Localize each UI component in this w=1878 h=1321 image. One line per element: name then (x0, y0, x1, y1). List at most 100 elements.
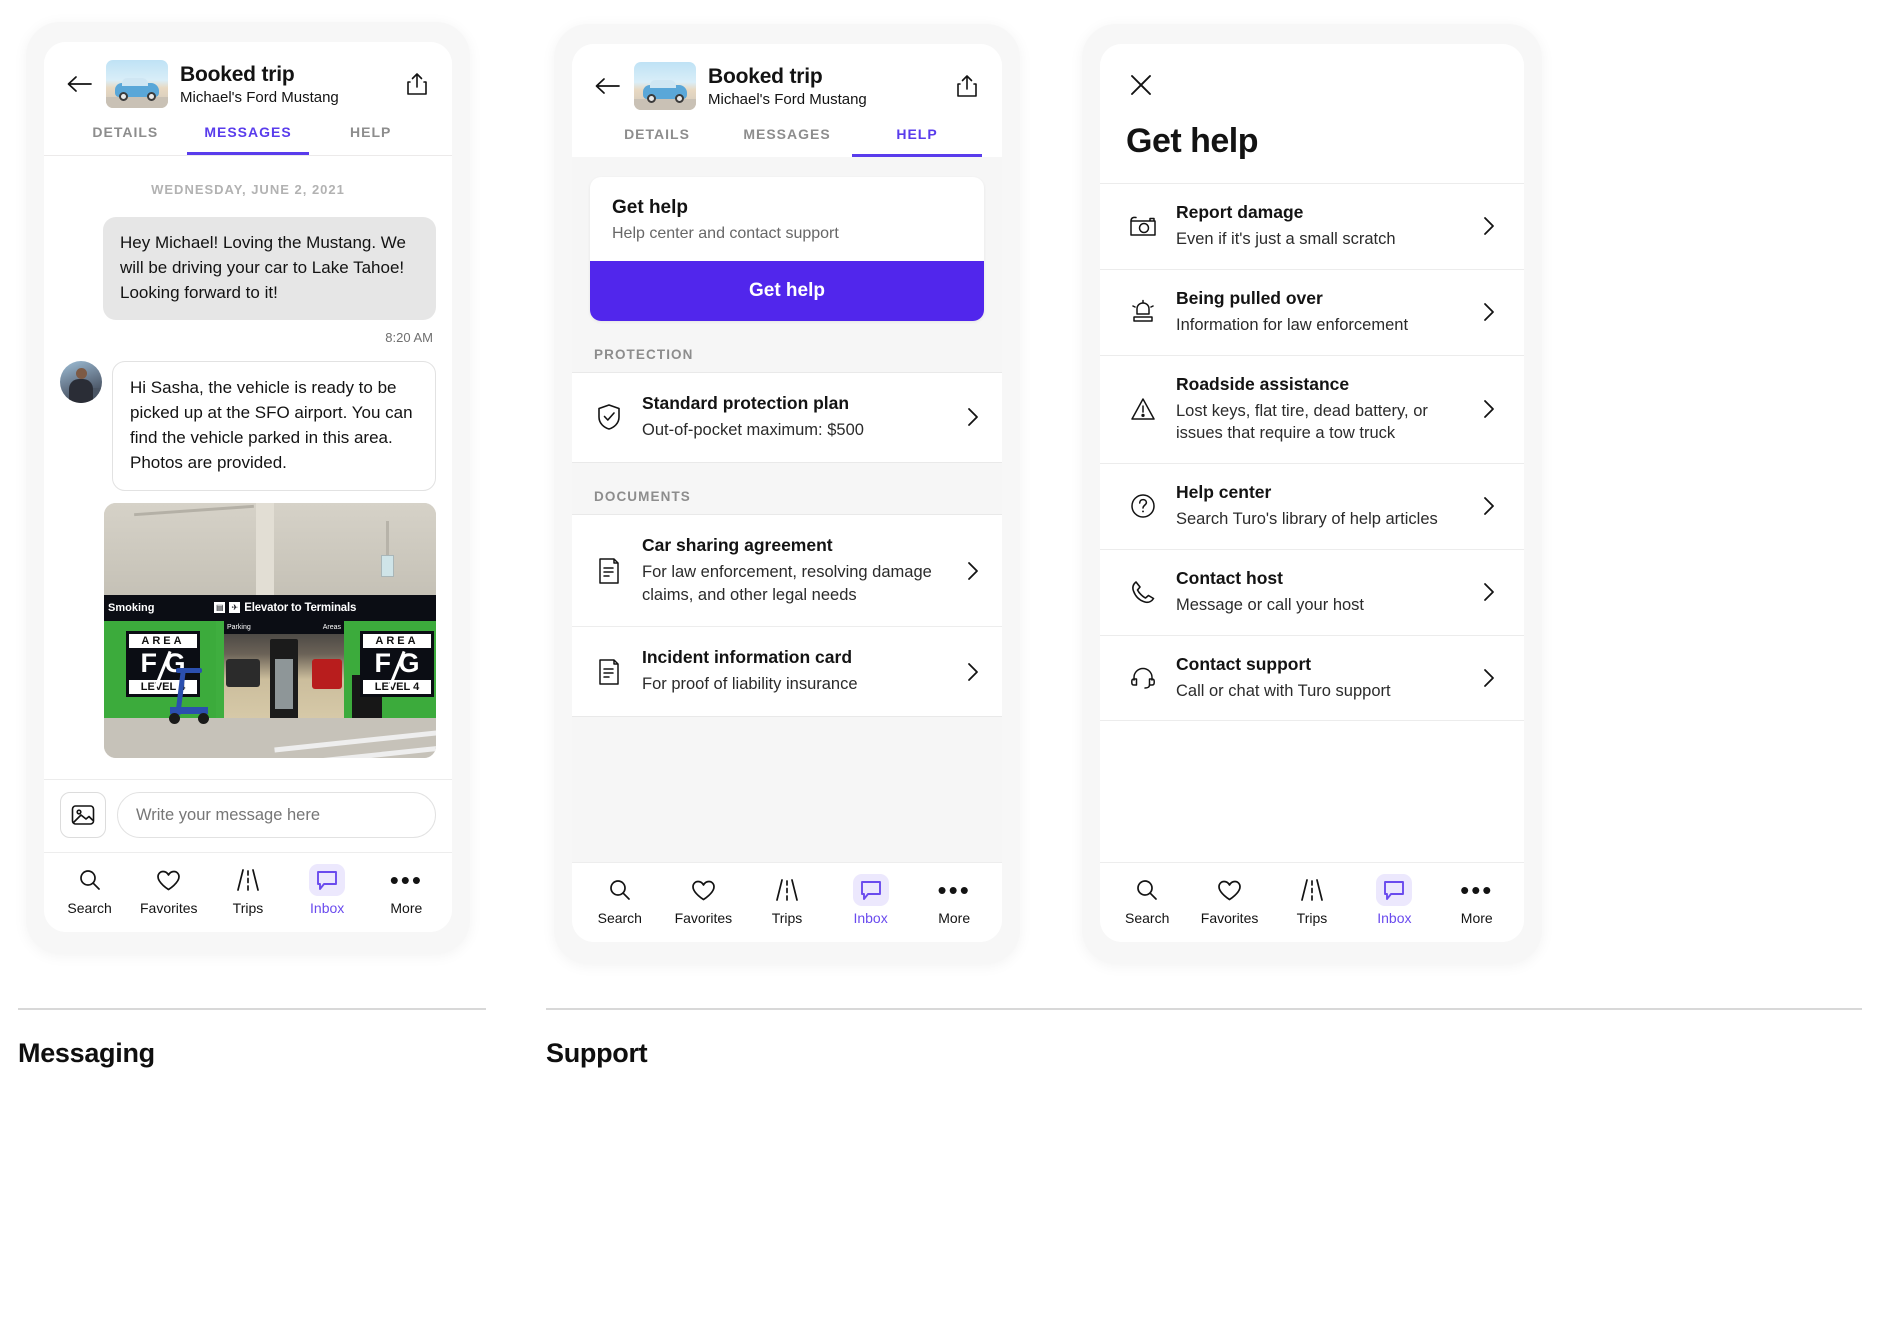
road-icon (772, 877, 802, 903)
section-label-documents: DOCUMENTS (594, 488, 691, 504)
nav-item-more[interactable]: ••• More (369, 867, 443, 916)
message-list: WEDNESDAY, JUNE 2, 2021 Hey Michael! Lov… (44, 156, 452, 779)
get-help-button[interactable]: Get help (590, 261, 984, 321)
nav-label-inbox: Inbox (310, 900, 345, 916)
nav-label-favorites: Favorites (1200, 910, 1259, 926)
heart-icon (1215, 877, 1245, 903)
row-title-incident: Incident information card (642, 647, 853, 668)
message-timestamp: 8:20 AM (385, 329, 433, 345)
item-title-report-damage: Report damage (1176, 202, 1304, 222)
nav-item-search[interactable]: Search (1110, 877, 1184, 926)
chat-icon (1376, 874, 1413, 906)
nav-label-trips: Trips (771, 910, 803, 926)
nav-item-search[interactable]: Search (583, 877, 657, 926)
row-subtitle-protection: Out-of-pocket maximum: $500 (642, 421, 864, 439)
area-label-left: AREA (129, 633, 197, 648)
item-title-contact-support: Contact support (1176, 653, 1312, 674)
nav-item-inbox[interactable]: Inbox (1357, 874, 1431, 926)
protection-rows: Standard protection plan Out-of-pocket m… (572, 372, 1002, 463)
nav-item-trips[interactable]: Trips (750, 877, 824, 926)
camera-icon (1126, 214, 1160, 238)
nav-label-more: More (1460, 910, 1493, 926)
nav-item-more[interactable]: ••• More (917, 877, 991, 926)
row-incident-card[interactable]: Incident information card For proof of l… (572, 627, 1002, 717)
list-item-being-pulled-over[interactable]: Being pulled over Information for law en… (1100, 270, 1524, 356)
share-icon[interactable] (402, 68, 432, 100)
section-label-protection: PROTECTION (594, 347, 694, 362)
back-arrow-icon[interactable] (592, 71, 622, 101)
tab-details-2[interactable]: DETAILS (592, 126, 722, 157)
phone-screen-support: Booked trip Michael's Ford Mustang DETAI… (572, 44, 1002, 942)
chat-icon (852, 874, 889, 906)
phone-frame-support: Booked trip Michael's Ford Mustang DETAI… (554, 24, 1020, 964)
ellipsis-icon: ••• (937, 875, 971, 905)
phone-icon (1126, 579, 1160, 605)
nav-item-search[interactable]: Search (53, 867, 127, 916)
nav-label-search: Search (597, 910, 642, 926)
sheet-title: Get help (1126, 122, 1259, 160)
message-attachment-photo[interactable]: Smoking ▤ ✈ Elevator to Terminals Parkin… (104, 502, 436, 758)
image-attachment-icon[interactable] (60, 792, 106, 838)
list-item-contact-support[interactable]: Contact support Call or chat with Turo s… (1100, 636, 1524, 722)
chat-icon (309, 864, 346, 896)
item-title-contact-host: Contact host (1176, 567, 1283, 588)
row-car-sharing-agreement[interactable]: Car sharing agreement For law enforcemen… (572, 514, 1002, 628)
tab-help-2[interactable]: HELP (852, 126, 982, 157)
sign-smoking-text: Smoking (108, 601, 155, 614)
elevator-icon: ▤ (214, 602, 226, 614)
area-level-right: LEVEL 4 (363, 679, 431, 694)
get-help-sheet-header: Get help (1100, 44, 1524, 183)
row-protection-plan[interactable]: Standard protection plan Out-of-pocket m… (572, 373, 1002, 462)
item-subtitle-report-damage: Even if it's just a small scratch (1176, 230, 1396, 248)
item-subtitle-pulled-over: Information for law enforcement (1176, 315, 1409, 334)
message-input[interactable] (117, 792, 436, 838)
area-letter-f-right: F (374, 647, 391, 678)
trip-tabs-2: DETAILS MESSAGES HELP (592, 126, 982, 157)
chevron-right-icon (964, 561, 982, 581)
chevron-right-icon (1480, 399, 1498, 419)
area-sign-right: AREA F G LEVEL 4 (360, 630, 434, 697)
nav-label-inbox: Inbox (853, 910, 888, 926)
tab-messages-2[interactable]: MESSAGES (722, 126, 852, 157)
back-arrow-icon[interactable] (64, 69, 94, 99)
row-title-protection: Standard protection plan (642, 393, 850, 413)
nav-item-favorites[interactable]: Favorites (1193, 877, 1267, 926)
tab-details[interactable]: DETAILS (64, 124, 187, 155)
area-label-right: AREA (363, 633, 431, 648)
nav-label-more: More (390, 900, 423, 916)
tab-help[interactable]: HELP (309, 124, 432, 155)
document-icon (592, 557, 626, 585)
garage-bar-left: Parking (227, 623, 251, 631)
close-icon[interactable] (1126, 70, 1156, 100)
heart-icon (154, 867, 184, 893)
caption-text-messaging: Messaging (18, 1038, 155, 1068)
nav-label-trips: Trips (232, 900, 264, 916)
nav-item-trips[interactable]: Trips (1275, 877, 1349, 926)
document-icon (592, 658, 626, 686)
nav-item-more[interactable]: ••• More (1440, 877, 1514, 926)
item-subtitle-contact-support: Call or chat with Turo support (1176, 681, 1391, 700)
road-icon (1297, 877, 1327, 903)
nav-label-inbox: Inbox (1377, 910, 1412, 926)
chevron-right-icon (1480, 216, 1498, 236)
list-item-contact-host[interactable]: Contact host Message or call your host (1100, 550, 1524, 636)
nav-item-inbox[interactable]: Inbox (290, 864, 364, 916)
nav-item-favorites[interactable]: Favorites (666, 877, 740, 926)
chevron-right-icon (1480, 582, 1498, 602)
get-help-card-subtitle: Help center and contact support (612, 225, 839, 242)
nav-item-trips[interactable]: Trips (211, 867, 285, 916)
trip-header: Booked trip Michael's Ford Mustang DETAI… (44, 42, 452, 155)
page-title: Booked trip (180, 62, 295, 86)
get-help-card: Get help Help center and contact support… (590, 177, 984, 321)
date-separator: WEDNESDAY, JUNE 2, 2021 (151, 182, 345, 197)
share-icon[interactable] (952, 70, 982, 102)
nav-item-inbox[interactable]: Inbox (834, 874, 908, 926)
list-item-help-center[interactable]: Help center Search Turo's library of hel… (1100, 464, 1524, 550)
list-item-report-damage[interactable]: Report damage Even if it's just a small … (1100, 184, 1524, 270)
phone-frame-messaging: Booked trip Michael's Ford Mustang DETAI… (26, 22, 470, 954)
tab-messages[interactable]: MESSAGES (186, 124, 310, 155)
search-icon (1132, 877, 1162, 903)
garage-bar-right: Areas (322, 623, 341, 631)
list-item-roadside-assistance[interactable]: Roadside assistance Lost keys, flat tire… (1100, 356, 1524, 465)
nav-item-favorites[interactable]: Favorites (132, 867, 206, 916)
